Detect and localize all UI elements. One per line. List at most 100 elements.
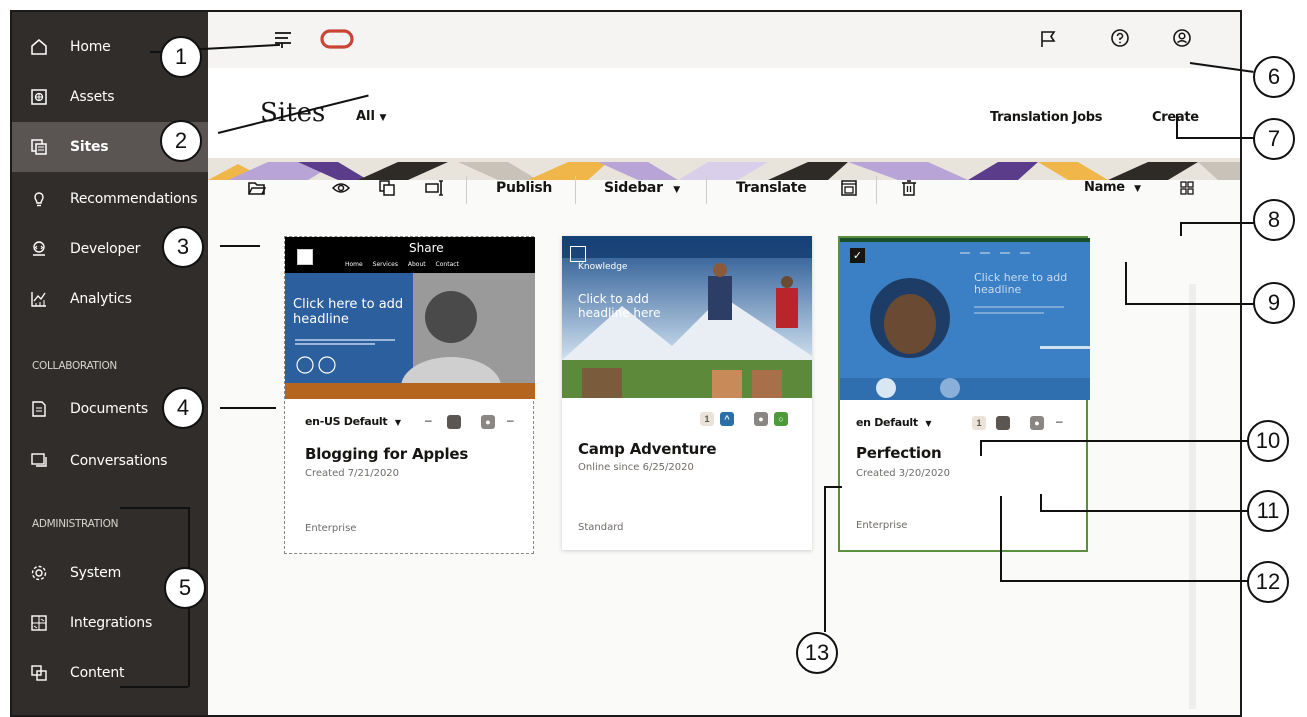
eye-icon[interactable]	[330, 177, 352, 199]
filter-label: All	[356, 109, 375, 124]
grid-view-icon[interactable]	[1176, 177, 1198, 199]
publish-button[interactable]: Publish	[496, 180, 552, 196]
selected-checkbox[interactable]: ✓	[850, 248, 865, 263]
sort-label: Name	[1084, 180, 1125, 195]
sidebar-dropdown[interactable]: Sidebar ▼	[604, 180, 680, 196]
site-card[interactable]: Share Home Services About Contact Click …	[284, 236, 535, 554]
site-properties-icon[interactable]	[838, 177, 860, 199]
sidebar-item-label: Sites	[70, 139, 109, 155]
sidebar-item-label: Developer	[70, 241, 141, 257]
scrollbar[interactable]	[1189, 284, 1196, 709]
callout-badge: 10	[1247, 420, 1289, 462]
callout-badge: 11	[1247, 490, 1289, 532]
rename-icon[interactable]	[424, 177, 446, 199]
help-icon[interactable]	[1110, 28, 1130, 48]
conversations-icon	[30, 452, 48, 470]
callout-leader	[1040, 510, 1248, 512]
translation-count-badge: 1	[972, 416, 986, 430]
sidebar-item-label: Recommendations	[70, 191, 198, 207]
callout-leader	[220, 407, 276, 409]
sidebar-item-label: Home	[70, 39, 111, 55]
site-thumbnail: ✓ Click here to add headline	[840, 238, 1090, 400]
callout-badge: 3	[162, 226, 204, 268]
user-profile-icon[interactable]	[1172, 28, 1192, 48]
integrations-icon	[30, 614, 48, 632]
callout-badge: 9	[1253, 282, 1295, 324]
language-label: en Default	[856, 416, 918, 429]
dash-separator: –	[425, 413, 432, 427]
assets-icon	[30, 88, 48, 106]
documents-icon	[30, 400, 48, 418]
callout-leader	[1125, 303, 1254, 305]
hamburger-menu-icon[interactable]	[272, 28, 294, 50]
sidebar-item-label: Conversations	[70, 453, 168, 469]
sidebar-item-conversations[interactable]: Conversations	[12, 436, 208, 486]
collaboration-heading: COLLABORATION	[32, 360, 117, 372]
security-icon: ●	[1030, 416, 1044, 430]
site-type: Enterprise	[856, 520, 908, 531]
chevron-down-icon: ▼	[394, 418, 401, 427]
copy-icon[interactable]	[376, 177, 398, 199]
site-date: Created 7/21/2020	[305, 468, 400, 479]
toolbar-divider	[466, 176, 467, 204]
callout-badge: 12	[1247, 561, 1289, 603]
select-checkbox[interactable]	[297, 249, 313, 265]
thumb-kicker: Knowledge	[578, 262, 628, 272]
sidebar-item-content[interactable]: Content	[12, 648, 208, 698]
chart-icon	[30, 290, 48, 308]
sidebar-item-label: Assets	[70, 89, 115, 105]
site-name[interactable]: Camp Adventure	[578, 440, 717, 458]
chevron-down-icon: ▼	[673, 185, 680, 195]
translate-button[interactable]: Translate	[736, 180, 807, 196]
site-card-selected[interactable]: ✓ Click here to add headline en Default …	[838, 236, 1090, 552]
site-type: Enterprise	[305, 523, 357, 534]
translation-jobs-link[interactable]: Translation Jobs	[990, 110, 1103, 125]
top-bar	[208, 12, 1240, 68]
site-type: Standard	[578, 522, 624, 533]
callout-leader	[1176, 114, 1178, 138]
thumb-headline: Click here to add headline	[293, 297, 404, 327]
callout-leader	[1040, 494, 1042, 510]
flag-icon[interactable]	[1038, 29, 1058, 49]
online-status-icon: ○	[774, 412, 788, 426]
home-icon	[30, 38, 48, 56]
site-name[interactable]: Perfection	[856, 444, 942, 462]
callout-badge: 6	[1253, 56, 1295, 98]
governance-up-icon: ^	[720, 412, 734, 426]
callout-leader	[1176, 137, 1254, 139]
app-window: Home Assets Sites Recommendations Develo…	[10, 10, 1242, 717]
filter-dropdown[interactable]: All ▼	[356, 109, 386, 124]
callout-leader	[1125, 262, 1127, 304]
sidebar-item-assets[interactable]: Assets	[12, 72, 208, 122]
site-card[interactable]: Knowledge Click to add headline here 1 ^…	[562, 236, 812, 550]
callout-leader	[1000, 580, 1248, 582]
sort-dropdown[interactable]: Name ▼	[1084, 180, 1141, 195]
sidebar-item-label: Analytics	[70, 291, 132, 307]
select-checkbox[interactable]	[570, 246, 586, 262]
sidebar-item-recommendations[interactable]: Recommendations	[12, 174, 208, 224]
callout-leader	[120, 507, 188, 509]
chevron-down-icon: ▼	[379, 113, 387, 123]
callout-leader	[1180, 222, 1182, 236]
governance-status-icon	[996, 416, 1010, 430]
open-folder-icon[interactable]	[246, 177, 268, 199]
language-dropdown[interactable]: en Default ▼	[856, 416, 931, 429]
oracle-logo[interactable]	[320, 28, 354, 50]
callout-badge: 7	[1253, 118, 1295, 160]
language-dropdown[interactable]: en-US Default ▼	[305, 415, 401, 428]
site-thumbnail: Knowledge Click to add headline here	[562, 236, 812, 398]
dash-separator: –	[507, 413, 514, 427]
thumb-nav-item: About	[407, 261, 426, 268]
security-icon: ●	[754, 412, 768, 426]
trash-icon[interactable]	[898, 177, 920, 199]
callout-leader	[824, 486, 842, 488]
site-date: Created 3/20/2020	[856, 468, 951, 479]
administration-heading: ADMINISTRATION	[32, 518, 119, 530]
callout-badge: 4	[162, 387, 204, 429]
callout-badge: 13	[796, 632, 838, 674]
thumb-nav-item: Home	[345, 261, 363, 268]
governance-status-icon	[447, 415, 461, 429]
sidebar-item-analytics[interactable]: Analytics	[12, 274, 208, 324]
callout-badge: 5	[164, 567, 206, 609]
site-name[interactable]: Blogging for Apples	[305, 445, 468, 463]
